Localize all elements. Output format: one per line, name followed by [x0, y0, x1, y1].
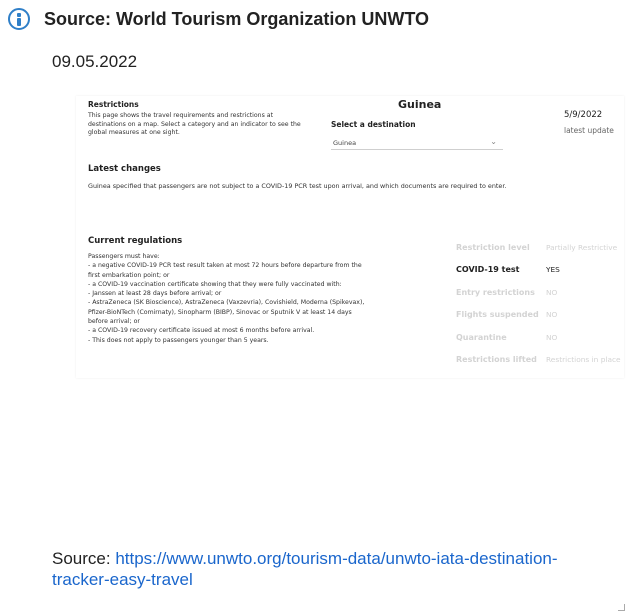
status-key: COVID-19 test: [456, 265, 520, 275]
country-title: Guinea: [398, 98, 442, 111]
regulation-line: - a COVID-19 recovery certificate issued…: [88, 327, 315, 335]
status-key: Restriction level: [456, 242, 530, 252]
chevron-down-icon[interactable]: ⌄: [490, 137, 497, 146]
source-footer: Source: https://www.unwto.org/tourism-da…: [52, 548, 592, 590]
latest-changes-heading: Latest changes: [88, 164, 161, 174]
status-value: YES: [546, 265, 560, 275]
resize-handle[interactable]: [618, 604, 625, 611]
regulations-list: Passengers must have: - a negative COVID…: [88, 252, 418, 345]
destination-select-value: Guinea: [333, 139, 357, 147]
status-row-quarantine: Quarantine NO: [456, 326, 621, 349]
status-value: NO: [546, 310, 558, 320]
publish-date: 09.05.2022: [52, 52, 138, 71]
regulation-line: - Janssen at least 28 days before arriva…: [88, 290, 222, 298]
embedded-report: Restrictions This page shows the travel …: [76, 96, 624, 378]
status-row-restriction-level: Restriction level Partially Restrictive: [456, 236, 621, 259]
status-key: Entry restrictions: [456, 287, 535, 297]
regulation-line: Passengers must have:: [88, 253, 160, 260]
status-value: Restrictions in place: [546, 355, 621, 365]
update-date: 5/9/2022: [564, 110, 603, 120]
regulation-line: - AstraZeneca (SK Bioscience), AstraZene…: [88, 299, 365, 307]
regulation-line: before arrival; or: [88, 318, 140, 326]
latest-changes-text: Guinea specified that passengers are not…: [88, 182, 507, 190]
restrictions-heading: Restrictions: [88, 100, 139, 109]
status-row-covid-test: COVID-19 test YES: [456, 259, 621, 282]
header: Source: World Tourism Organization UNWTO: [8, 8, 429, 30]
destination-select[interactable]: Guinea ⌄: [331, 136, 503, 150]
status-key: Quarantine: [456, 332, 507, 342]
status-value: Partially Restrictive: [546, 242, 618, 252]
regulation-line: first embarkation point; or: [88, 271, 170, 279]
info-icon: [8, 8, 30, 30]
current-regulations-heading: Current regulations: [88, 236, 183, 246]
status-row-flights-suspended: Flights suspended NO: [456, 304, 621, 327]
regulation-line: - a COVID-19 vaccination certificate sho…: [88, 280, 342, 288]
regulation-line: - a negative COVID-19 PCR test result ta…: [88, 262, 362, 270]
status-row-entry-restrictions: Entry restrictions NO: [456, 281, 621, 304]
source-title: Source: World Tourism Organization UNWTO: [44, 8, 430, 29]
status-value: NO: [546, 332, 558, 342]
status-value: NO: [546, 287, 558, 297]
restrictions-description: This page shows the travel requirements …: [88, 112, 301, 136]
destination-select-label: Select a destination: [331, 120, 416, 129]
status-key: Flights suspended: [456, 310, 539, 320]
regulation-line: - This does not apply to passengers youn…: [88, 336, 269, 344]
update-label: latest update: [564, 126, 614, 135]
status-table: Restriction level Partially Restrictive …: [456, 236, 621, 371]
source-prefix: Source:: [52, 549, 116, 568]
source-link[interactable]: https://www.unwto.org/tourism-data/unwto…: [52, 549, 558, 589]
regulation-line: Pfizer-BioNTech (Comirnaty), Sinopharm (…: [88, 308, 352, 316]
status-key: Restrictions lifted: [456, 355, 537, 365]
status-row-restrictions-lifted: Restrictions lifted Restrictions in plac…: [456, 349, 621, 372]
